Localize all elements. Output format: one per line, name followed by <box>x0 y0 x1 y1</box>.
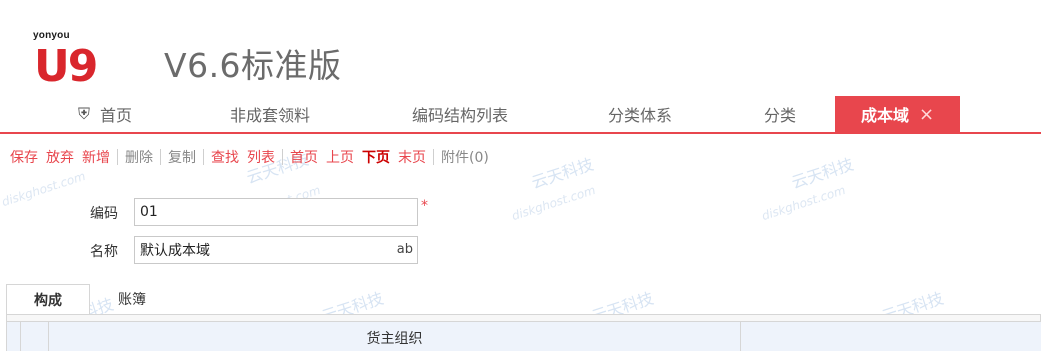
find-button[interactable]: 查找 <box>207 147 243 167</box>
toolbar-divider <box>160 149 161 165</box>
close-icon[interactable]: × <box>919 104 934 125</box>
tab-classification-system[interactable]: 分类体系 <box>580 96 700 132</box>
home-icon: ⛨ <box>77 104 90 123</box>
name-field[interactable]: 默认成本域 ab <box>134 236 418 264</box>
tab-home[interactable]: ⛨ 首页 <box>60 96 150 132</box>
svg-text:U9: U9 <box>34 45 96 85</box>
grid-header-cell <box>7 322 21 351</box>
grid-header-row: 货主组织 <box>7 321 1041 351</box>
toolbar-divider <box>203 149 204 165</box>
delete-button[interactable]: 删除 <box>121 147 157 167</box>
grid-header-cell <box>741 322 1041 351</box>
yonyou-brand-text: yonyou <box>33 30 70 41</box>
watermark-brand: 云天科技 <box>529 154 596 193</box>
list-button[interactable]: 列表 <box>243 147 279 167</box>
toolbar-divider <box>282 149 283 165</box>
grid-header-owner-org[interactable]: 货主组织 <box>49 322 741 351</box>
next-page-button[interactable]: 下页 <box>358 147 394 167</box>
discard-button[interactable]: 放弃 <box>42 147 78 167</box>
u9-logo: U9 <box>34 45 98 85</box>
grid-header-cell <box>21 322 49 351</box>
tab-cost-domain[interactable]: 成本域 × <box>835 96 960 132</box>
code-field[interactable]: 01 <box>134 198 418 226</box>
product-version-title: V6.6标准版 <box>164 46 342 85</box>
required-mark: * <box>421 198 428 214</box>
watermark-brand: 云天科技 <box>789 154 856 193</box>
subtab-ledger[interactable]: 账簿 <box>90 284 174 314</box>
first-page-button[interactable]: 首页 <box>286 147 322 167</box>
app-header: yonyou U9 V6.6标准版 <box>0 0 1041 90</box>
code-value: 01 <box>140 204 158 220</box>
watermark-site: diskghost.com <box>509 182 598 224</box>
multilang-icon[interactable]: ab <box>397 242 413 257</box>
save-button[interactable]: 保存 <box>6 147 42 167</box>
attachment-button[interactable]: 附件(0) <box>437 147 493 167</box>
copy-button[interactable]: 复制 <box>164 147 200 167</box>
tab-non-set-requisition[interactable]: 非成套领料 <box>200 96 340 132</box>
last-page-button[interactable]: 末页 <box>394 147 430 167</box>
watermark-site: diskghost.com <box>759 182 848 224</box>
code-label: 编码 <box>90 206 118 222</box>
tab-classification[interactable]: 分类 <box>740 96 820 132</box>
detail-subtabs: 构成 账簿 <box>6 284 174 314</box>
subtab-composition[interactable]: 构成 <box>6 284 90 314</box>
watermark-site: diskghost.com <box>0 168 88 210</box>
action-toolbar: 保存 放弃 新增 删除 复制 查找 列表 首页 上页 下页 末页 附件(0) <box>0 142 493 172</box>
main-tabs: ⛨ 首页 非成套领料 编码结构列表 分类体系 分类 成本域 × <box>0 96 1041 132</box>
tab-code-structure-list[interactable]: 编码结构列表 <box>380 96 540 132</box>
add-button[interactable]: 新增 <box>78 147 114 167</box>
composition-grid: 货主组织 <box>6 314 1041 351</box>
toolbar-divider <box>433 149 434 165</box>
tab-underline <box>0 132 1041 134</box>
app-window: 云天科技 云天科技 diskghost.com 云天科技 diskghost.c… <box>0 0 1041 351</box>
tab-label: 首页 <box>100 106 133 125</box>
prev-page-button[interactable]: 上页 <box>322 147 358 167</box>
name-value: 默认成本域 <box>140 243 210 259</box>
toolbar-divider <box>117 149 118 165</box>
name-label: 名称 <box>90 244 118 260</box>
tab-label: 成本域 <box>860 106 909 125</box>
